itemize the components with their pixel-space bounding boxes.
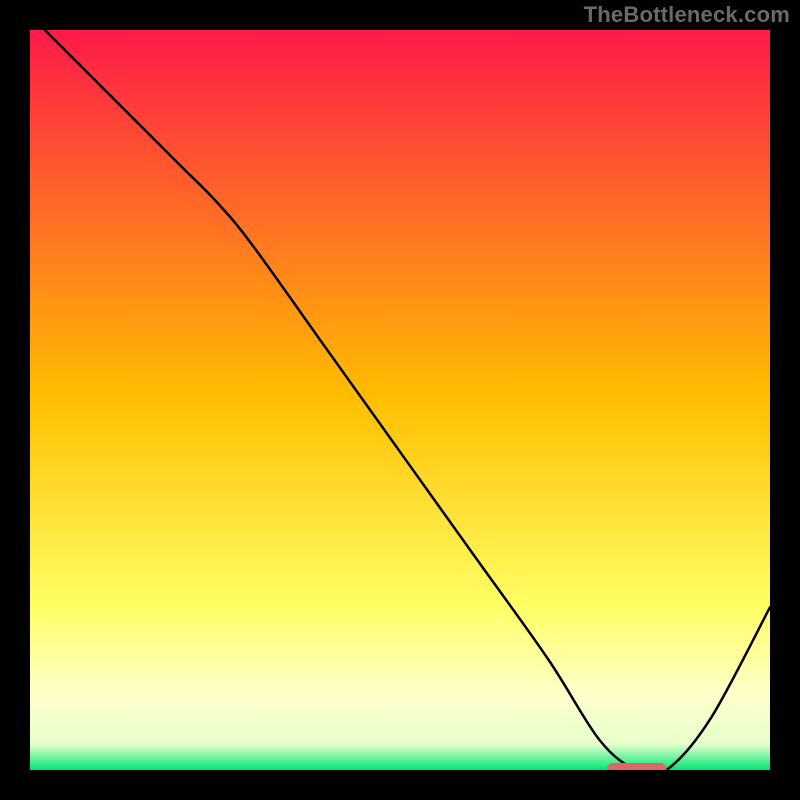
chart-svg: [30, 30, 770, 770]
optimal-marker: [607, 763, 666, 770]
plot-area: [30, 30, 770, 770]
chart-container: TheBottleneck.com: [0, 0, 800, 800]
attribution-label: TheBottleneck.com: [584, 2, 790, 28]
gradient-background: [30, 30, 770, 770]
